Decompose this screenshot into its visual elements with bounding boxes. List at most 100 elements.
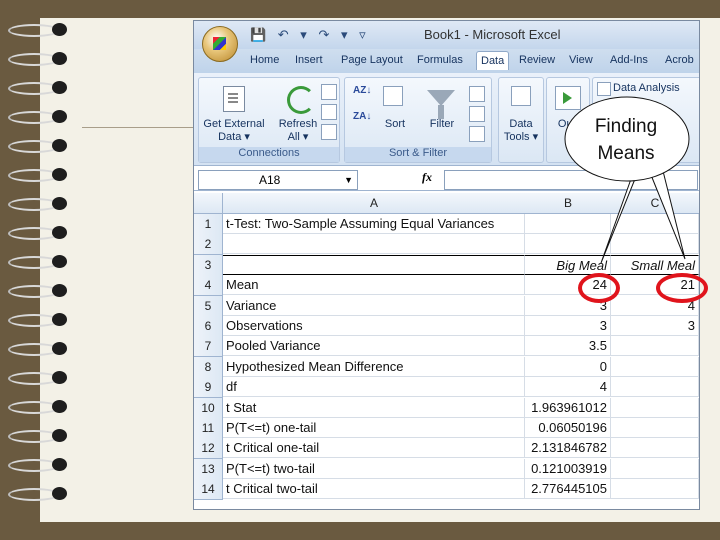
cell-c[interactable] xyxy=(611,356,699,377)
ring-hole xyxy=(52,110,67,123)
advanced-filter-icon[interactable] xyxy=(469,126,485,142)
row-number[interactable]: 14 xyxy=(194,479,223,501)
function-icon[interactable]: fx xyxy=(422,170,432,185)
cell-a[interactable]: Variance xyxy=(223,295,525,316)
chevron-down-icon[interactable]: ▼ xyxy=(344,171,353,189)
cell-a[interactable]: t-Test: Two-Sample Assuming Equal Varian… xyxy=(223,214,525,234)
data-analysis-icon xyxy=(597,82,611,96)
cell-c[interactable]: 3 xyxy=(611,316,699,336)
connections-icon[interactable] xyxy=(321,84,337,100)
row-number[interactable]: 1 xyxy=(194,214,223,235)
cell-b[interactable]: 2.776445105 xyxy=(525,479,611,500)
callout-text: Finding Means xyxy=(566,113,686,167)
cell-a[interactable]: Pooled Variance xyxy=(223,336,525,357)
cell-b[interactable]: 1.963961012 xyxy=(525,397,611,418)
tab-page-layout[interactable]: Page Layout xyxy=(341,54,403,66)
cell-b[interactable] xyxy=(525,234,611,255)
connections-group: Get External Data ▾ Refresh All ▾ Connec… xyxy=(198,77,340,163)
office-button-icon[interactable] xyxy=(202,26,238,62)
row-number[interactable]: 12 xyxy=(194,438,223,460)
row-number[interactable]: 4 xyxy=(194,275,223,297)
cell-a[interactable]: Observations xyxy=(223,316,525,336)
cell-c[interactable] xyxy=(611,397,699,418)
spiral-ring xyxy=(6,167,68,182)
row-number[interactable]: 8 xyxy=(194,356,223,378)
name-box[interactable]: A18 ▼ xyxy=(198,170,358,190)
cell-c[interactable] xyxy=(611,234,699,255)
row-number[interactable]: 11 xyxy=(194,418,223,439)
cell-c[interactable] xyxy=(611,377,699,398)
tab-review[interactable]: Review xyxy=(519,54,555,66)
column-header-b[interactable]: B xyxy=(525,193,612,214)
row-number[interactable]: 10 xyxy=(194,397,223,419)
spiral-ring xyxy=(6,370,68,385)
cell-c[interactable] xyxy=(611,214,699,234)
tab-data[interactable]: Data xyxy=(476,51,510,70)
filter-button[interactable]: Filter xyxy=(421,118,463,131)
table-row: 10 t Stat 1.963961012 xyxy=(194,397,699,419)
highlight-circle-big-meal xyxy=(578,273,620,303)
cell-b[interactable]: 3.5 xyxy=(525,336,611,357)
data-tools-button[interactable]: Data Tools ▾ xyxy=(499,118,543,144)
sort-button[interactable]: Sort xyxy=(375,118,415,131)
tab-add-ins[interactable]: Add-Ins xyxy=(610,54,648,66)
row-number[interactable]: 7 xyxy=(194,336,223,358)
tab-home[interactable]: Home xyxy=(250,54,279,66)
cell-c[interactable] xyxy=(611,458,699,479)
spiral-ring xyxy=(6,283,68,298)
sort-z-to-a-icon[interactable]: ZA↓ xyxy=(353,112,371,122)
sort-filter-group: AZ↓ ZA↓ Sort Filter Sort & Filter xyxy=(344,77,492,163)
cell-b[interactable]: 3 xyxy=(525,316,611,336)
cell-a[interactable]: t Stat xyxy=(223,397,525,418)
get-external-data-button[interactable]: Get External Data ▾ xyxy=(201,118,267,144)
cell-c[interactable] xyxy=(611,479,699,500)
spiral-ring xyxy=(6,80,68,95)
quick-access-toolbar[interactable]: 💾 ↶ ▾ ↷ ▾ ▿ xyxy=(250,27,370,43)
cell-c[interactable] xyxy=(611,438,699,459)
cell-a[interactable]: Mean xyxy=(223,275,525,296)
cell-b[interactable] xyxy=(525,214,611,234)
cell-b[interactable]: 0.121003919 xyxy=(525,458,611,479)
cell-a[interactable] xyxy=(223,254,525,275)
cell-c[interactable]: Small Meal xyxy=(611,254,699,275)
spiral-ring xyxy=(6,341,68,356)
properties-icon[interactable] xyxy=(321,104,337,120)
cell-a[interactable]: P(T<=t) one-tail xyxy=(223,418,525,438)
cell-a[interactable]: t Critical two-tail xyxy=(223,479,525,500)
tab-view[interactable]: View xyxy=(569,54,593,66)
cell-a[interactable]: df xyxy=(223,377,525,398)
cell-c[interactable] xyxy=(611,336,699,357)
row-number[interactable]: 6 xyxy=(194,316,223,337)
sort-a-to-z-icon[interactable]: AZ↓ xyxy=(353,86,371,96)
cell-a[interactable] xyxy=(223,234,525,255)
cell-b[interactable]: 2.131846782 xyxy=(525,438,611,459)
column-header-a[interactable]: A xyxy=(223,193,526,214)
edit-links-icon[interactable] xyxy=(321,124,337,140)
row-number[interactable]: 9 xyxy=(194,377,223,399)
table-row: 2 xyxy=(194,234,699,256)
select-all-corner[interactable] xyxy=(194,193,223,214)
row-number[interactable]: 2 xyxy=(194,234,223,256)
ring-hole xyxy=(52,81,67,94)
cell-a[interactable]: Hypothesized Mean Difference xyxy=(223,356,525,377)
cell-c[interactable] xyxy=(611,418,699,438)
divider-line xyxy=(82,127,200,128)
tab-acrobat[interactable]: Acrob xyxy=(665,54,694,66)
row-number[interactable]: 5 xyxy=(194,295,223,317)
reapply-filter-icon[interactable] xyxy=(469,106,485,122)
clear-filter-icon[interactable] xyxy=(469,86,485,102)
cell-b[interactable]: 0 xyxy=(525,356,611,377)
row-number[interactable]: 13 xyxy=(194,458,223,480)
cell-b[interactable]: 0.06050196 xyxy=(525,418,611,438)
data-analysis-button[interactable]: Data Analysis xyxy=(613,82,699,95)
cell-a[interactable]: P(T<=t) two-tail xyxy=(223,458,525,479)
cell-b[interactable]: 4 xyxy=(525,377,611,398)
cell-a[interactable]: t Critical one-tail xyxy=(223,438,525,459)
row-number[interactable]: 3 xyxy=(194,254,223,276)
spiral-ring xyxy=(6,399,68,414)
cell-b[interactable]: Big Meal xyxy=(525,254,611,275)
tab-insert[interactable]: Insert xyxy=(295,54,323,66)
tab-formulas[interactable]: Formulas xyxy=(417,54,463,66)
refresh-all-button[interactable]: Refresh All ▾ xyxy=(275,118,321,144)
ring-hole xyxy=(52,52,67,65)
